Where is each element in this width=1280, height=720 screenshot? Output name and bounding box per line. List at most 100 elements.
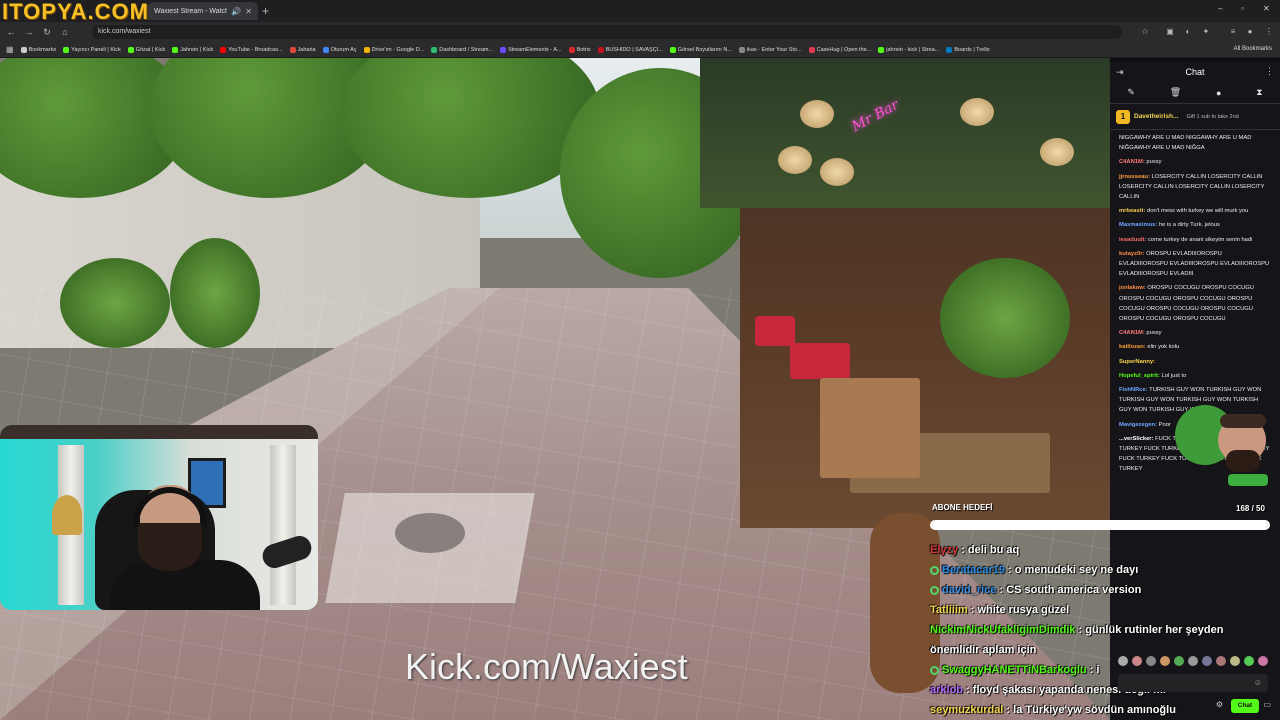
bookmark-icon	[20, 46, 27, 53]
bookmark-item[interactable]: Görsel Boyutlarını N...	[669, 46, 732, 53]
overlay-chat-text: : CS south america version	[996, 584, 1142, 596]
reload-icon[interactable]: ↻	[42, 27, 52, 38]
chat-text: Lol just to	[1159, 372, 1187, 379]
bookmark-label: YouTube - Broadcas...	[228, 46, 283, 53]
pin-icon[interactable]: ✎	[1127, 87, 1135, 98]
puzzle-icon[interactable]: ✦	[1201, 27, 1211, 37]
speaker-icon[interactable]: 🔊	[231, 7, 241, 16]
apps-icon[interactable]: ▦	[6, 45, 14, 54]
bookmark-item[interactable]: ikas - Enter Your Sto...	[738, 46, 802, 53]
bookmark-item[interactable]: Jahrein | Kick	[172, 46, 213, 53]
chat-username[interactable]: Maxmaximus:	[1119, 222, 1157, 228]
chat-username[interactable]: lesaduult:	[1119, 237, 1146, 243]
minimize-button[interactable]: –	[1218, 4, 1222, 13]
bookmark-item[interactable]: jahrein - kick | Strea...	[878, 46, 940, 53]
bookmark-item[interactable]: Jaharia	[289, 46, 316, 53]
bookmark-icon	[669, 46, 676, 53]
extension-icon[interactable]: ◐	[1183, 27, 1193, 37]
chat-username[interactable]: kutayz0r:	[1119, 251, 1144, 257]
chat-text: NIGGAWHY ARE U MAD NIGGAWHY ARE U MAD NI…	[1119, 135, 1252, 152]
bookmark-item[interactable]: Yayıncı Paneli | Kick	[63, 46, 121, 53]
bookmark-label: Botrix	[576, 46, 591, 53]
chat-username[interactable]: jonlakow:	[1119, 285, 1146, 291]
emote-icon[interactable]	[1146, 656, 1156, 666]
back-icon[interactable]: ←	[6, 27, 16, 37]
star-icon[interactable]: ☆	[1140, 27, 1150, 37]
bookmark-label: Dashboard / Stream...	[439, 46, 494, 53]
chat-username[interactable]: ...verSlicker:	[1119, 436, 1153, 442]
bookmark-icon	[500, 46, 507, 53]
emoji-icon[interactable]: ☺	[1254, 678, 1262, 687]
emote-icon[interactable]	[1258, 656, 1268, 666]
chat-username[interactable]: FishNRce:	[1119, 387, 1148, 393]
bookmark-item[interactable]: Dashboard / Stream...	[431, 46, 494, 53]
url-input[interactable]: kick.com/waxiest	[92, 25, 1122, 39]
forward-icon[interactable]: →	[24, 27, 34, 37]
bookmark-item[interactable]: CaseHug | Open the...	[808, 46, 871, 53]
chat-username[interactable]: C4AN1M:	[1119, 330, 1145, 336]
address-bar-row: ← → ↻ ⌂ kick.com/waxiest ☆ ▣ ◐ ✦ ≡ ● ⋮	[0, 22, 1280, 42]
bookmark-item[interactable]: Gözat | Kick	[127, 46, 165, 53]
overlay-chat-username: Tatliiim	[930, 604, 968, 616]
bookmark-item[interactable]: StreamElements - A...	[500, 46, 562, 53]
chat-username[interactable]: Mavigezegen:	[1119, 422, 1157, 428]
bookmark-item[interactable]: Drive'ım - Google D...	[363, 46, 425, 53]
emote-icon[interactable]	[1216, 656, 1226, 666]
chat-username[interactable]: SuperNanny:	[1119, 359, 1155, 365]
pinned-gifter[interactable]: 1 Davetheirish... Gift 1 sub to take 2nd	[1110, 104, 1280, 130]
chat-header: ⇥ Chat ⋮	[1110, 62, 1280, 82]
chat-username[interactable]: mrbeastt:	[1119, 208, 1145, 214]
bookmarks-bar: ▦ Bookmarks Yayıncı Paneli | Kick Gözat …	[0, 42, 1280, 58]
emote-icon[interactable]	[1174, 656, 1184, 666]
trash-icon[interactable]: 🗑	[1170, 87, 1181, 98]
gear-icon[interactable]: ⚙	[1216, 700, 1223, 709]
chat-menu-icon[interactable]: ⋮	[1265, 66, 1274, 77]
bookmark-item[interactable]: Oturum Aç	[322, 46, 357, 53]
avatar[interactable]: ●	[1245, 27, 1255, 37]
bookmark-icon	[322, 46, 329, 53]
chat-message: Maxmaximus: he is a dirty Turk. jelous	[1119, 220, 1271, 230]
bookmark-item[interactable]: Bookmarks	[20, 46, 56, 53]
video-ground-stain	[395, 513, 465, 553]
emote-icon[interactable]	[1244, 656, 1254, 666]
more-icon[interactable]: ⋮	[1264, 27, 1274, 37]
chat-username[interactable]: katilozan:	[1119, 344, 1146, 350]
chat-input[interactable]: ☺	[1118, 674, 1268, 692]
emote-icon[interactable]	[1132, 656, 1142, 666]
overlay-chat-message: david_rice : CS south america version	[930, 580, 1270, 600]
chat-username[interactable]: Hopeful_spirit:	[1119, 373, 1160, 379]
all-bookmarks-button[interactable]: All Bookmarks	[1234, 46, 1272, 52]
bookmark-label: Drive'ım - Google D...	[371, 46, 425, 53]
bookmark-item[interactable]: Botrix	[568, 46, 591, 53]
chat-message: NIGGAWHY ARE U MAD NIGGAWHY ARE U MAD NI…	[1119, 133, 1271, 153]
menu-icon[interactable]: ≡	[1228, 27, 1238, 37]
close-tab-icon[interactable]: ✕	[245, 7, 252, 16]
browser-tab-active[interactable]: Waxiest Stream - Watch Li... 🔊 ✕	[148, 2, 258, 20]
new-tab-button[interactable]: +	[262, 4, 269, 18]
emote-icon[interactable]	[1160, 656, 1170, 666]
emote-icon[interactable]	[1202, 656, 1212, 666]
bookmark-icon	[808, 46, 815, 53]
emote-icon[interactable]	[1188, 656, 1198, 666]
chat-more-icon[interactable]: ▭	[1263, 700, 1271, 709]
video-seat	[755, 316, 795, 346]
bookmark-item[interactable]: Boards | Trello	[946, 46, 990, 53]
emote-icon[interactable]	[1118, 656, 1128, 666]
bookmark-item[interactable]: BUSHIDO | SAVAŞÇI...	[597, 46, 663, 53]
webcam-overlay	[0, 425, 318, 610]
chat-send-button[interactable]: Chat	[1231, 699, 1259, 713]
hourglass-icon[interactable]: ⧗	[1256, 87, 1262, 98]
emote-icon[interactable]	[1230, 656, 1240, 666]
bookmark-label: jahrein - kick | Strea...	[886, 46, 940, 53]
chat-message: mrbeastt: don't mess with turkey we will…	[1119, 206, 1271, 216]
collapse-chat-icon[interactable]: ⇥	[1116, 67, 1124, 78]
bookmark-icon	[220, 46, 227, 53]
maximize-button[interactable]: ▫	[1241, 4, 1244, 13]
chat-username[interactable]: C4AN1M:	[1119, 159, 1145, 165]
speech-bubble-icon[interactable]: ●	[1216, 88, 1221, 98]
close-window-button[interactable]: ✕	[1263, 4, 1270, 13]
bookmark-item[interactable]: YouTube - Broadcas...	[220, 46, 283, 53]
extension-icon[interactable]: ▣	[1165, 27, 1175, 37]
chat-username[interactable]: jjrousseau:	[1119, 174, 1150, 180]
home-icon[interactable]: ⌂	[60, 27, 70, 37]
